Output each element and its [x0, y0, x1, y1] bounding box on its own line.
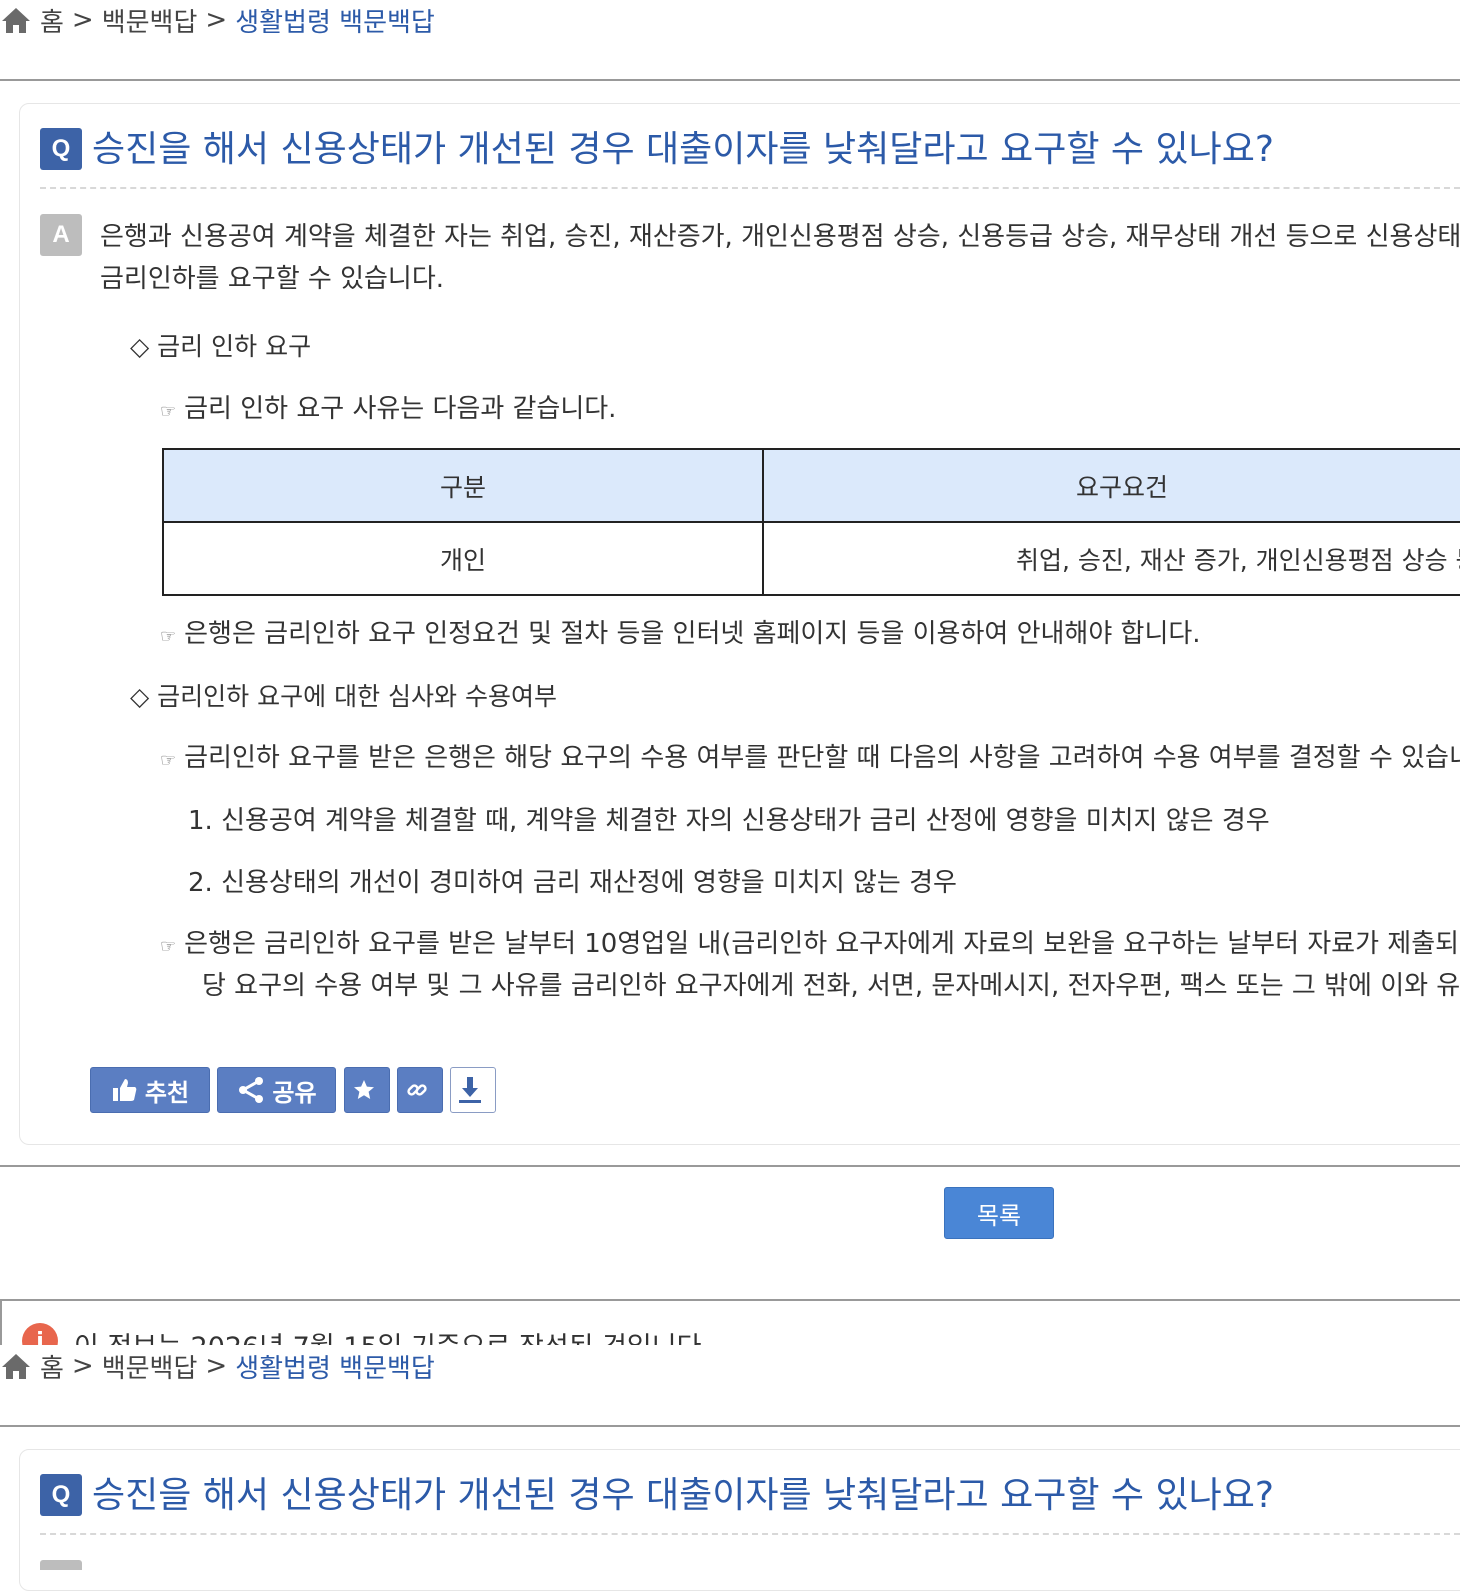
share-button[interactable]: 공유 [217, 1067, 336, 1113]
download-button[interactable] [450, 1067, 496, 1113]
breadcrumb-section[interactable]: 백문백답 [102, 2, 198, 39]
pointing-hand-icon: ☞ [160, 626, 177, 647]
divider [0, 79, 1460, 81]
breadcrumb-home[interactable]: 홈 [40, 2, 64, 39]
thumbs-up-icon [112, 1079, 137, 1101]
breadcrumb: 홈 > 백문백답 > 생활법령 백문백답 [0, 1346, 435, 1386]
question-badge: Q [40, 128, 82, 170]
divider [0, 1425, 1460, 1427]
pointing-hand-icon: ☞ [160, 401, 177, 422]
home-icon[interactable] [0, 1352, 32, 1380]
list-item: 1. 신용공여 계약을 체결할 때, 계약을 체결한 자의 신용상태가 금리 산… [188, 806, 1270, 836]
share-label: 공유 [272, 1078, 317, 1107]
table-cell: 취업, 승진, 재산 증가, 개인신용평점 상승 등 [762, 521, 1460, 596]
breadcrumb-separator: > [71, 5, 94, 35]
bookmark-button[interactable] [344, 1067, 390, 1113]
breadcrumb-separator: > [205, 1351, 228, 1381]
note-deadline-line2: 당 요구의 수용 여부 및 그 사유를 금리인하 요구자에게 전화, 서면, 문… [202, 971, 1460, 1001]
note-rate-cut-reasons: ☞ 금리 인하 요구 사유는 다음과 같습니다. [160, 388, 616, 425]
info-notice: i 이 정보는 2026년 7월 15일 기준으로 작성된 것입니다 [0, 1299, 1460, 1349]
pointing-hand-icon: ☞ [160, 750, 177, 771]
note-guidance: ☞ 은행은 금리인하 요구 인정요건 및 절차 등을 인터넷 홈페이지 등을 이용… [160, 613, 1201, 650]
table-cell: 개인 [162, 521, 764, 596]
download-icon [459, 1077, 481, 1103]
breadcrumb-section[interactable]: 백문백답 [102, 1348, 198, 1385]
table-header-cell: 요구요건 [762, 448, 1460, 523]
section-heading-rate-cut: ◇ 금리 인하 요구 [130, 332, 312, 361]
note-text: 은행은 금리인하 요구 인정요건 및 절차 등을 인터넷 홈페이지 등을 이용하… [184, 619, 1201, 649]
requirement-table: 구분 요구요건 개인 취업, 승진, 재산 증가, 개인신용평점 상승 등 [162, 448, 1460, 596]
answer-intro-line2: 금리인하를 요구할 수 있습니다. [100, 264, 445, 294]
note-deadline: ☞ 은행은 금리인하 요구를 받은 날부터 10영업일 내(금리인하 요구자에게 … [160, 923, 1459, 960]
question-title: 승진을 해서 신용상태가 개선된 경우 대출이자를 낮춰달라고 요구할 수 있나… [92, 129, 1274, 170]
answer-badge: A [40, 214, 82, 256]
link-icon [407, 1084, 427, 1096]
recommend-label: 추천 [144, 1078, 190, 1107]
breadcrumb-separator: > [71, 1351, 94, 1381]
table-row: 개인 취업, 승진, 재산 증가, 개인신용평점 상승 등 [162, 521, 1460, 596]
breadcrumb-current: 생활법령 백문백답 [235, 1353, 435, 1384]
list-button[interactable]: 목록 [944, 1187, 1054, 1239]
home-icon[interactable] [0, 6, 32, 34]
table-header-cell: 구분 [162, 448, 764, 523]
note-text: 은행은 금리인하 요구를 받은 날부터 10영업일 내(금리인하 요구자에게 자… [184, 929, 1460, 959]
note-text: 금리인하 요구를 받은 은행은 해당 요구의 수용 여부를 판단할 때 다음의 … [184, 743, 1460, 773]
copy-link-button[interactable] [397, 1067, 443, 1113]
divider [0, 1165, 1460, 1167]
note-review: ☞ 금리인하 요구를 받은 은행은 해당 요구의 수용 여부를 판단할 때 다음의… [160, 737, 1460, 774]
breadcrumb-separator: > [205, 5, 228, 35]
pointing-hand-icon: ☞ [160, 936, 177, 957]
question-title: 승진을 해서 신용상태가 개선된 경우 대출이자를 낮춰달라고 요구할 수 있나… [92, 1475, 1274, 1516]
recommend-button[interactable]: 추천 [90, 1067, 210, 1113]
question-badge: Q [40, 1474, 82, 1516]
answer-badge [40, 1560, 82, 1570]
section-heading-review: ◇ 금리인하 요구에 대한 심사와 수용여부 [130, 682, 557, 711]
share-icon [239, 1077, 264, 1103]
list-item: 2. 신용상태의 개선이 경미하여 금리 재산정에 영향을 미치지 않는 경우 [188, 868, 957, 898]
breadcrumb: 홈 > 백문백답 > 생활법령 백문백답 [0, 0, 435, 40]
table-header-row: 구분 요구요건 [162, 448, 1460, 523]
breadcrumb-home[interactable]: 홈 [40, 1348, 64, 1385]
answer-intro-line1: 은행과 신용공여 계약을 체결한 자는 취업, 승진, 재산증가, 개인신용평점… [100, 222, 1460, 252]
star-icon [354, 1080, 374, 1099]
note-text: 금리 인하 요구 사유는 다음과 같습니다. [184, 394, 617, 424]
breadcrumb-current: 생활법령 백문백답 [235, 7, 435, 38]
dashed-divider [40, 187, 1460, 189]
dashed-divider [40, 1533, 1460, 1535]
